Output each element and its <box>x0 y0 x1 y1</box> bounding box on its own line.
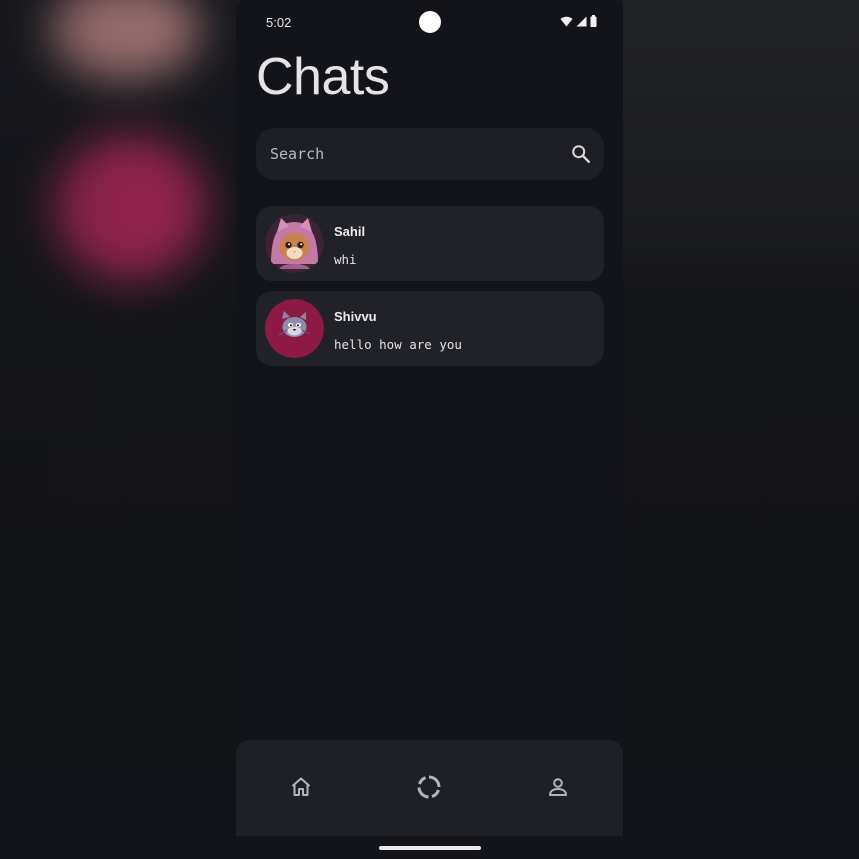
status-ring-icon <box>417 775 441 799</box>
chat-name: Shivvu <box>334 309 377 324</box>
chat-last-message: hello how are you <box>334 337 462 352</box>
signal-icon <box>576 16 587 26</box>
avatar[interactable] <box>265 299 324 358</box>
search-bar[interactable] <box>256 128 604 180</box>
camera-cutout <box>419 11 441 33</box>
page-title: Chats <box>256 48 390 106</box>
status-time: 5:02 <box>266 15 292 30</box>
cat-hoodie-avatar <box>265 214 324 273</box>
phone-screen: 5:02 Chats Search Sahil whi Shivvu hello… <box>236 0 623 859</box>
search-icon[interactable] <box>570 143 592 165</box>
chat-last-message: whi <box>334 252 357 267</box>
nav-profile-button[interactable] <box>538 770 578 804</box>
chat-name: Sahil <box>334 224 366 239</box>
profile-icon <box>549 778 567 796</box>
chat-list-item[interactable]: Sahil whi <box>256 206 604 281</box>
cat-cartoon-avatar <box>265 299 324 358</box>
bottom-navigation <box>236 740 623 836</box>
status-bar: 5:02 <box>236 0 623 44</box>
nav-home-button[interactable] <box>281 770 321 804</box>
avatar[interactable] <box>265 214 324 273</box>
status-icons <box>560 15 597 27</box>
nav-status-button[interactable] <box>409 770 449 804</box>
chat-list-item[interactable]: Shivvu hello how are you <box>256 291 604 366</box>
search-input[interactable] <box>270 128 560 180</box>
battery-icon <box>590 15 597 27</box>
home-indicator[interactable] <box>379 846 481 850</box>
wifi-icon <box>560 16 573 26</box>
home-icon <box>291 777 311 796</box>
